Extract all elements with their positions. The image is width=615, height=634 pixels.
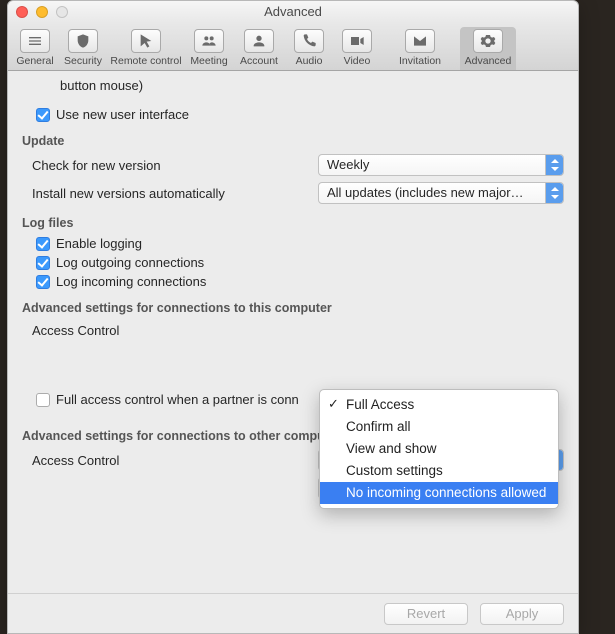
log-outgoing-checkbox[interactable] xyxy=(36,256,50,270)
access-control-out-label: Access Control xyxy=(32,453,318,468)
tab-security[interactable]: Security xyxy=(60,27,106,70)
tab-advanced[interactable]: Advanced xyxy=(460,27,516,70)
full-access-partner-checkbox[interactable] xyxy=(36,393,50,407)
cursor-icon xyxy=(131,29,161,53)
tab-account[interactable]: Account xyxy=(234,27,284,70)
tab-audio[interactable]: Audio xyxy=(286,27,332,70)
apply-button[interactable]: Apply xyxy=(480,603,564,625)
people-icon xyxy=(194,29,224,53)
menu-item-view-and-show[interactable]: View and show xyxy=(320,438,558,460)
chevron-updown-icon xyxy=(545,155,563,175)
use-new-ui-checkbox[interactable] xyxy=(36,108,50,122)
chevron-updown-icon xyxy=(545,183,563,203)
menu-item-confirm-all[interactable]: Confirm all xyxy=(320,416,558,438)
menu-item-full-access[interactable]: Full Access xyxy=(320,394,558,416)
revert-button[interactable]: Revert xyxy=(384,603,468,625)
tab-general[interactable]: General xyxy=(12,27,58,70)
access-control-in-menu[interactable]: Full Access Confirm all View and show Cu… xyxy=(319,389,559,509)
log-incoming-label: Log incoming connections xyxy=(56,274,206,289)
person-icon xyxy=(244,29,274,53)
close-window-button[interactable] xyxy=(16,6,28,18)
titlebar: Advanced xyxy=(8,1,578,23)
update-heading: Update xyxy=(22,134,564,148)
access-control-in-label: Access Control xyxy=(32,323,318,338)
full-access-partner-label: Full access control when a partner is co… xyxy=(56,392,299,407)
tab-video[interactable]: Video xyxy=(334,27,380,70)
shield-icon xyxy=(68,29,98,53)
check-version-label: Check for new version xyxy=(32,158,318,173)
menu-item-custom-settings[interactable]: Custom settings xyxy=(320,460,558,482)
adv-incoming-heading: Advanced settings for connections to thi… xyxy=(22,301,564,315)
enable-logging-checkbox[interactable] xyxy=(36,237,50,251)
phone-icon xyxy=(294,29,324,53)
tab-remote-control[interactable]: Remote control xyxy=(108,27,184,70)
log-incoming-checkbox[interactable] xyxy=(36,275,50,289)
check-version-select[interactable]: Weekly xyxy=(318,154,564,176)
footer: Revert Apply xyxy=(8,593,578,633)
log-outgoing-label: Log outgoing connections xyxy=(56,255,204,270)
use-new-ui-label: Use new user interface xyxy=(56,107,189,122)
install-auto-label: Install new versions automatically xyxy=(32,186,318,201)
envelope-icon xyxy=(405,29,435,53)
logfiles-heading: Log files xyxy=(22,216,564,230)
enable-logging-label: Enable logging xyxy=(56,236,142,251)
menu-item-no-incoming[interactable]: No incoming connections allowed xyxy=(320,482,558,504)
minimize-window-button[interactable] xyxy=(36,6,48,18)
preferences-window: Advanced General Security Remote control… xyxy=(7,0,579,634)
camera-icon xyxy=(342,29,372,53)
install-auto-select[interactable]: All updates (includes new major… xyxy=(318,182,564,204)
window-title: Advanced xyxy=(8,1,578,23)
zoom-window-button[interactable] xyxy=(56,6,68,18)
content-panel: button mouse) Use new user interface Upd… xyxy=(8,78,578,593)
toolbar: General Security Remote control Meeting … xyxy=(8,23,578,71)
gear-icon xyxy=(473,29,503,53)
tab-invitation[interactable]: Invitation xyxy=(382,27,458,70)
tab-meeting[interactable]: Meeting xyxy=(186,27,232,70)
truncated-option-text: button mouse) xyxy=(60,78,564,93)
sliders-icon xyxy=(20,29,50,53)
